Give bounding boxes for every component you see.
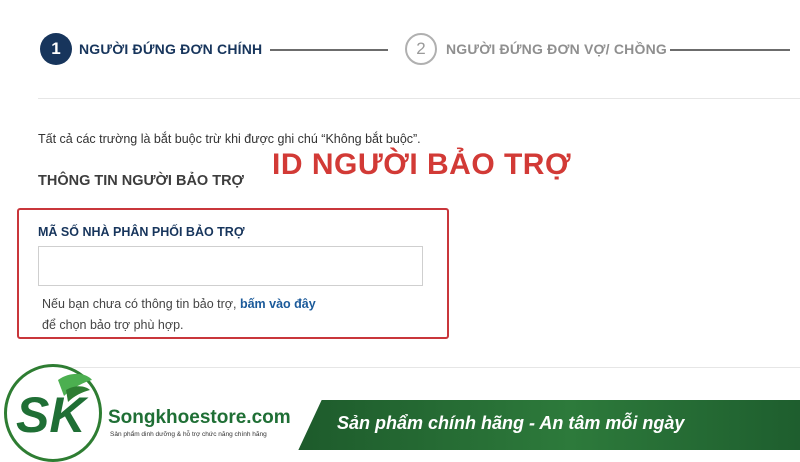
step-1-indicator[interactable]: 1: [40, 33, 72, 65]
progress-stepper: 1 NGƯỜI ĐỨNG ĐƠN CHÍNH 2 NGƯỜI ĐỨNG ĐƠN …: [38, 33, 790, 67]
section-title: THÔNG TIN NGƯỜI BẢO TRỢ: [38, 173, 244, 189]
help-text: Nếu bạn chưa có thông tin bảo trợ, bấm v…: [42, 297, 316, 311]
annotation-title: ID NGƯỜI BẢO TRỢ: [272, 148, 572, 181]
step-2-indicator[interactable]: 2: [405, 33, 437, 65]
step-connector: [670, 49, 790, 51]
logo-letters: SK: [16, 387, 89, 443]
divider: [38, 367, 800, 368]
sponsor-id-label: MÃ SỐ NHÀ PHÂN PHỐI BẢO TRỢ: [38, 225, 245, 239]
slogan-text: Sản phẩm chính hãng - An tâm mỗi ngày: [337, 413, 685, 433]
step-1-label[interactable]: NGƯỜI ĐỨNG ĐƠN CHÍNH: [79, 41, 262, 57]
help-text-suffix: để chọn bảo trợ phù hợp.: [42, 318, 184, 332]
choose-sponsor-link[interactable]: bấm vào đây: [240, 297, 316, 311]
divider: [38, 98, 800, 99]
step-connector: [270, 49, 388, 51]
required-fields-note: Tất cả các trường là bắt buộc trừ khi đư…: [38, 132, 421, 146]
sponsor-id-input[interactable]: [38, 246, 423, 286]
brand-logo: SK: [16, 373, 92, 443]
help-prefix: Nếu bạn chưa có thông tin bảo trợ,: [42, 297, 240, 311]
step-2-label[interactable]: NGƯỜI ĐỨNG ĐƠN VỢ/ CHỒNG: [446, 41, 667, 57]
brand-name: Songkhoestore.com: [108, 407, 291, 428]
brand-tagline: Sản phẩm dinh dưỡng & hỗ trợ chức năng c…: [110, 431, 267, 438]
